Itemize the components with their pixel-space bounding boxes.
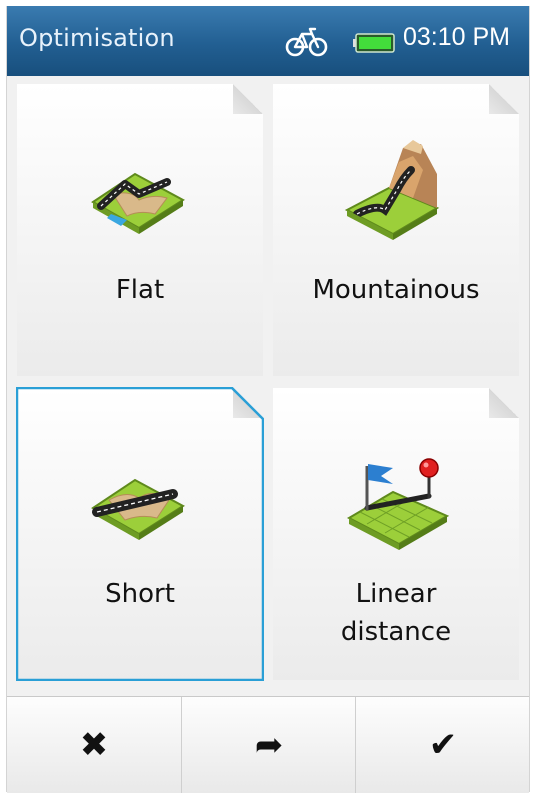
option-flat-button[interactable]: Flat (17, 84, 263, 376)
device-screen: Optimisation 03:10 PM Flat Mountainous S… (6, 6, 530, 793)
option-label: Flat (115, 275, 165, 305)
page-fold-decoration (233, 84, 263, 114)
page-fold-decoration (489, 388, 519, 418)
page-fold-decoration (489, 84, 519, 114)
clock-time: 03:10 PM (403, 23, 511, 51)
optimisation-options-grid: Flat Mountainous Short Linear distance (7, 76, 529, 690)
forward-arrow-icon: ➦ (254, 725, 284, 765)
cancel-button[interactable]: ✖ (7, 697, 181, 793)
close-icon: ✖ (79, 725, 109, 765)
next-button[interactable]: ➦ (181, 697, 356, 793)
short-route-icon (83, 460, 193, 550)
option-label-line2: distance (340, 617, 452, 647)
bottom-toolbar: ✖ ➦ ✔ (7, 696, 529, 793)
option-mountainous-button[interactable]: Mountainous (273, 84, 519, 376)
status-bar: Optimisation 03:10 PM (7, 6, 529, 76)
option-short-button[interactable]: Short (17, 388, 263, 680)
mountainous-terrain-icon (333, 134, 453, 244)
checkmark-icon: ✔ (428, 725, 458, 765)
confirm-button[interactable]: ✔ (355, 697, 530, 793)
screen-title: Optimisation (19, 24, 175, 52)
option-label: Mountainous (312, 275, 480, 305)
bicycle-icon (285, 26, 329, 62)
linear-distance-icon (337, 442, 457, 552)
option-linear-distance-button[interactable]: Linear distance (273, 388, 519, 680)
battery-full-icon (353, 33, 395, 57)
option-label: Short (105, 579, 175, 609)
flat-terrain-icon (83, 154, 193, 244)
option-label-line1: Linear (355, 579, 437, 609)
page-fold-decoration (233, 388, 263, 418)
